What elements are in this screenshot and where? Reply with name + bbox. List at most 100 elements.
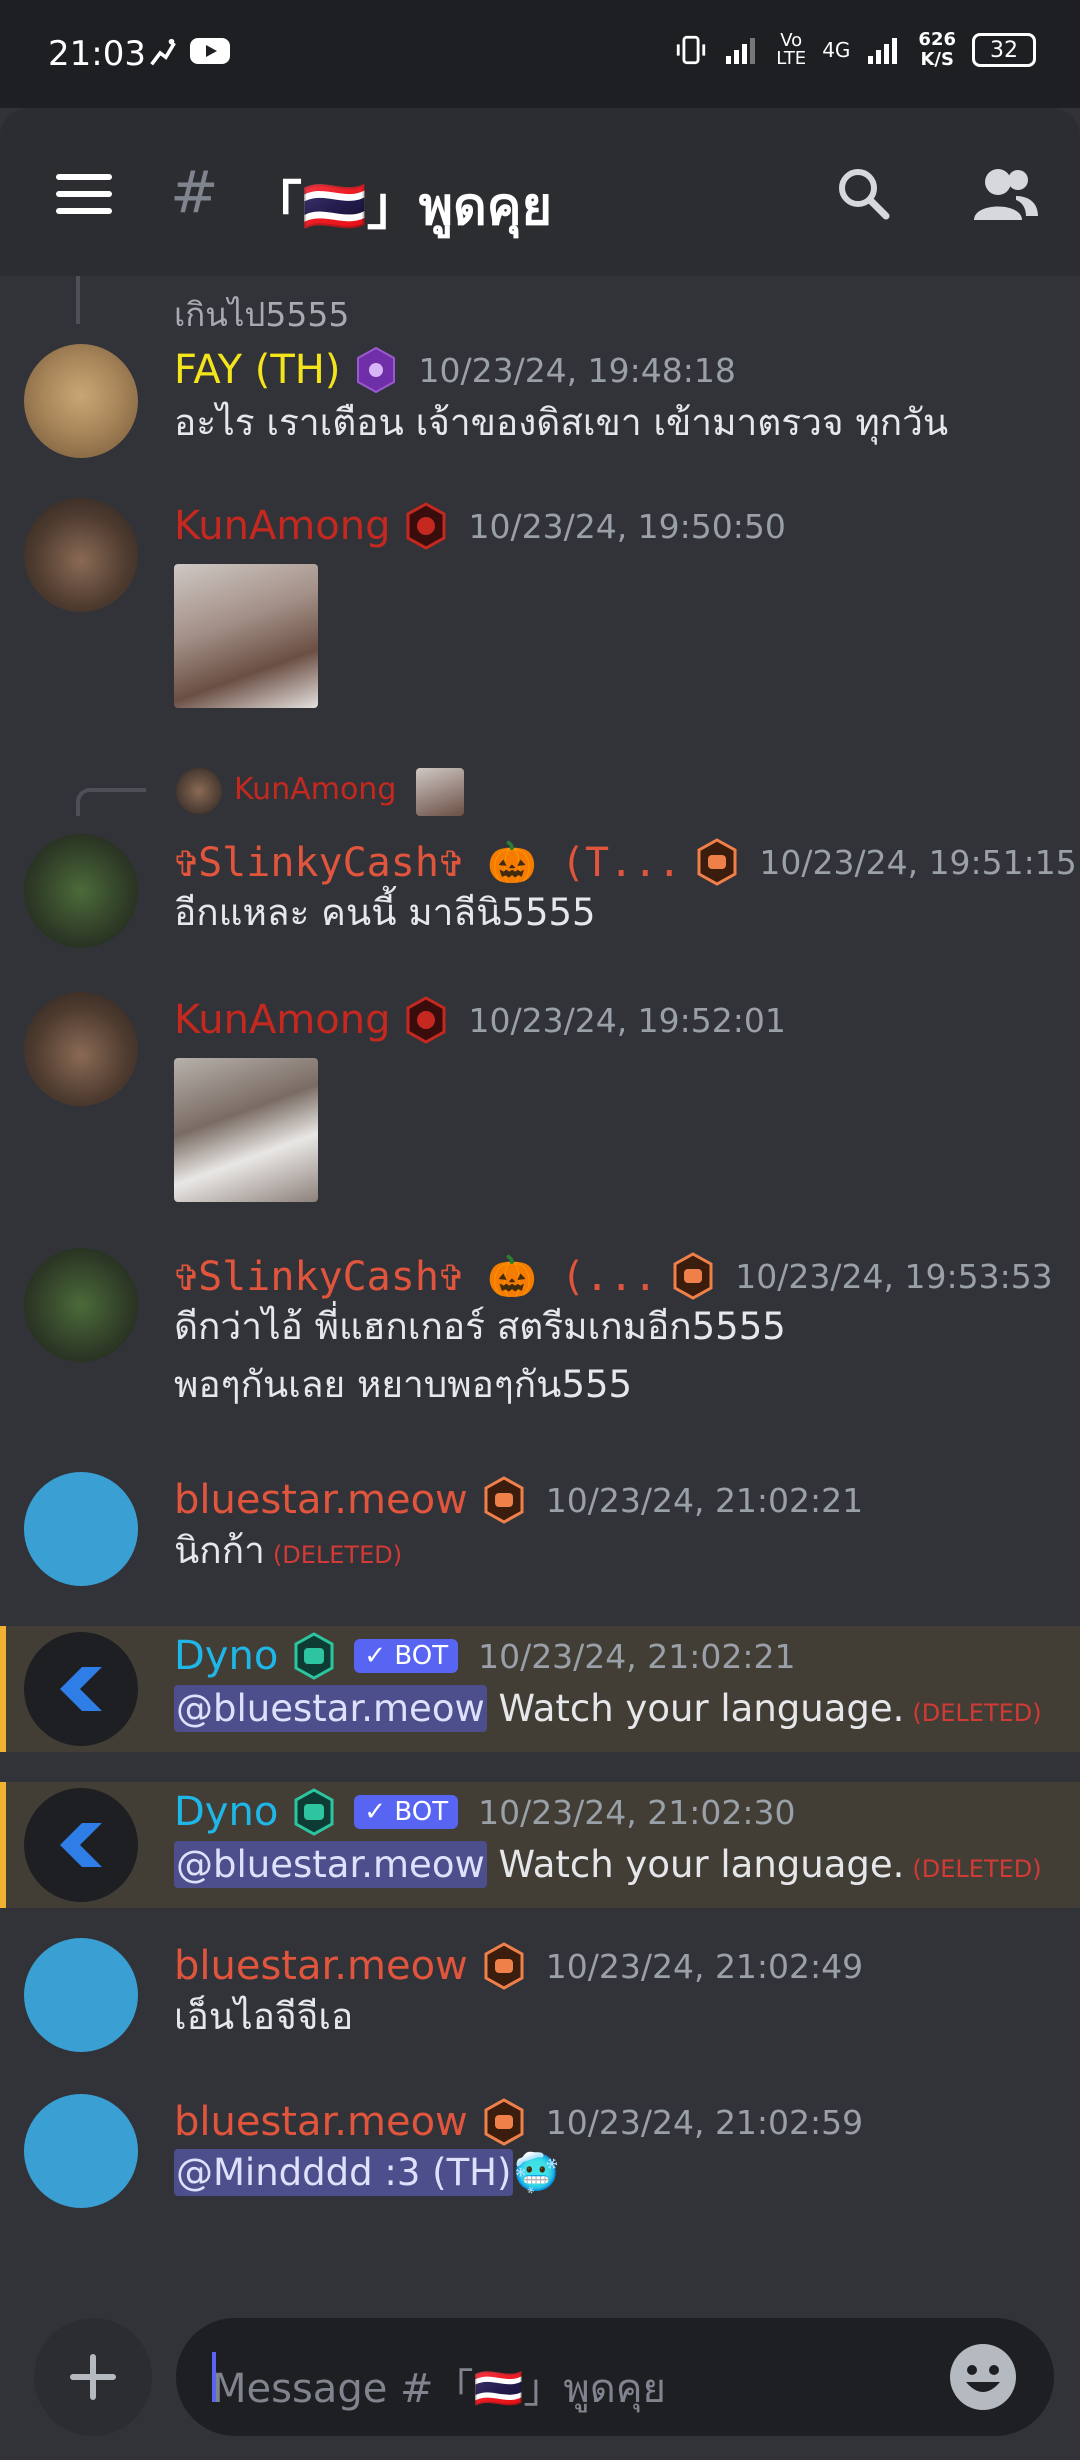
emoji-picker-button[interactable] <box>950 2344 1016 2410</box>
bot-tag: ✓ BOT <box>354 1795 459 1829</box>
timestamp: 10/23/24, 19:50:50 <box>468 506 786 546</box>
avatar[interactable] <box>24 1472 138 1586</box>
role-badge-icon <box>406 996 446 1044</box>
activity-icon <box>150 38 176 66</box>
message-content: @bluestar.meow Watch your language. (DELE… <box>174 1841 1042 1888</box>
timestamp: 10/23/24, 19:53:53 <box>735 1256 1053 1296</box>
timestamp: 10/23/24, 21:02:59 <box>545 2102 864 2142</box>
deleted-tag: (DELETED) <box>912 1855 1042 1883</box>
message-item[interactable]: FAY (TH) 10/23/24, 19:48:18 อะไร เราเตือ… <box>0 344 1080 484</box>
username[interactable]: Dyno <box>174 1633 278 1679</box>
signal-icon-1 <box>726 38 756 64</box>
hash-icon: # <box>170 158 219 226</box>
role-badge-icon <box>484 1476 524 1524</box>
role-badge-icon <box>673 1252 713 1300</box>
message-item[interactable]: KunAmong 10/23/24, 19:50:50 <box>0 498 1080 768</box>
username[interactable]: Dyno <box>174 1789 278 1835</box>
channel-title: 「🇹🇭」พูดคุย <box>250 177 553 237</box>
role-badge-icon <box>697 838 737 886</box>
status-time: 21:03 <box>48 34 146 74</box>
image-attachment[interactable] <box>174 564 318 708</box>
message-content: นิกก้า (DELETED) <box>174 1529 403 1572</box>
channel-header: # 「🇹🇭」พูดคุย <box>0 108 1080 276</box>
message-item[interactable]: Dyno ✓ BOT 10/23/24, 21:02:30 @bluestar.… <box>0 1788 1080 1908</box>
avatar[interactable] <box>24 1788 138 1902</box>
battery-indicator: 32 <box>972 33 1036 67</box>
timestamp: 10/23/24, 19:51:15 <box>759 842 1077 882</box>
username[interactable]: KunAmong <box>174 503 390 549</box>
net-speed: 626 K/S <box>918 29 956 70</box>
dyno-logo-icon <box>60 1823 102 1867</box>
status-right: Vo LTE 4G 626 K/S 32 <box>674 30 1036 70</box>
message-placeholder: Message #「🇹🇭」พูดคุย <box>212 2366 666 2412</box>
deleted-tag: (DELETED) <box>272 1541 403 1569</box>
message-content: @bluestar.meow Watch your language. (DELE… <box>174 1685 1042 1732</box>
avatar[interactable] <box>24 498 138 612</box>
reply-image-thumbnail <box>416 768 464 816</box>
user-mention[interactable]: @bluestar.meow <box>174 1841 487 1888</box>
message-list[interactable]: เกินไป5555 FAY (TH) 10/23/24, 19:48:18 อ… <box>0 276 1080 2296</box>
message-content: อีกแหละ คนนี้ มาลีนิ5555 <box>174 891 596 934</box>
message-item[interactable]: Dyno ✓ BOT 10/23/24, 21:02:21 @bluestar.… <box>0 1632 1080 1752</box>
add-attachment-button[interactable] <box>34 2318 152 2436</box>
message-item[interactable]: ✞SlinkyCash✞ 🎃 (T... 10/23/24, 19:51:15 … <box>0 834 1080 964</box>
message-item[interactable]: bluestar.meow 10/23/24, 21:02:59 @Minddd… <box>0 2094 1080 2224</box>
username[interactable]: ✞SlinkyCash✞ 🎃 (T... <box>174 839 681 886</box>
avatar[interactable] <box>24 1632 138 1746</box>
avatar[interactable] <box>24 1938 138 2052</box>
members-icon[interactable] <box>970 164 1040 224</box>
username[interactable]: bluestar.meow <box>174 1477 468 1523</box>
reply-username[interactable]: KunAmong <box>234 772 396 807</box>
cold-face-emoji: 🥶 <box>513 2151 560 2194</box>
avatar[interactable] <box>24 344 138 458</box>
timestamp: 10/23/24, 21:02:21 <box>545 1480 864 1520</box>
message-item[interactable]: ✞SlinkyCash✞ 🎃 (... 10/23/24, 19:53:53 ด… <box>0 1248 1080 1428</box>
bot-role-badge-icon <box>294 1632 334 1680</box>
message-item[interactable]: bluestar.meow 10/23/24, 21:02:49 เอ็นไอจ… <box>0 1938 1080 2068</box>
username[interactable]: bluestar.meow <box>174 1943 468 1989</box>
username[interactable]: FAY (TH) <box>174 347 340 393</box>
status-bar: 21:03 Vo LTE 4G 626 K/S 32 <box>0 0 1080 108</box>
vibrate-icon <box>677 35 706 65</box>
youtube-icon <box>190 38 230 64</box>
timestamp: 10/23/24, 21:02:49 <box>545 1946 864 1986</box>
message-content: อะไร เราเตือน เจ้าของดิสเขา เข้ามาตรวจ ท… <box>174 401 949 444</box>
search-icon[interactable] <box>836 166 892 222</box>
message-item[interactable]: KunAmong 10/23/24, 19:52:01 <box>0 992 1080 1262</box>
message-item[interactable]: bluestar.meow 10/23/24, 21:02:21 นิกก้า(… <box>0 1472 1080 1602</box>
reply-avatar <box>176 768 222 814</box>
avatar[interactable] <box>24 1248 138 1362</box>
username[interactable]: bluestar.meow <box>174 2099 468 2145</box>
timestamp: 10/23/24, 21:02:21 <box>478 1636 796 1676</box>
role-badge-icon <box>357 346 396 394</box>
user-mention[interactable]: @Mindddd :3 (TH) <box>174 2149 514 2196</box>
message-content: @Mindddd :3 (TH)🥶 <box>174 2144 560 2202</box>
bot-tag: ✓ BOT <box>354 1639 459 1673</box>
smiley-icon <box>966 2365 1000 2392</box>
thread-line <box>76 276 80 324</box>
dyno-logo-icon <box>60 1667 102 1711</box>
image-attachment[interactable] <box>174 1058 318 1202</box>
role-badge-icon <box>484 2098 524 2146</box>
previous-message-text: เกินไป5555 <box>174 295 350 334</box>
timestamp: 10/23/24, 19:48:18 <box>418 350 736 390</box>
avatar[interactable] <box>24 992 138 1106</box>
plus-icon <box>70 2354 116 2400</box>
timestamp: 10/23/24, 21:02:30 <box>478 1792 796 1832</box>
message-content-line-1: ดีกว่าไอ้ พี่แฮกเกอร์ สตรีมเกมอีก5555 <box>174 1305 786 1348</box>
bot-role-badge-icon <box>294 1788 334 1836</box>
hamburger-menu-icon[interactable] <box>56 174 112 214</box>
network-type: 4G <box>822 38 851 62</box>
volte-label: Vo LTE <box>776 30 807 69</box>
role-badge-icon <box>484 1942 524 1990</box>
timestamp: 10/23/24, 19:52:01 <box>468 1000 786 1040</box>
signal-icon-2 <box>868 38 898 64</box>
username[interactable]: ✞SlinkyCash✞ 🎃 (... <box>174 1253 657 1300</box>
avatar[interactable] <box>24 2094 138 2208</box>
avatar[interactable] <box>24 834 138 948</box>
user-mention[interactable]: @bluestar.meow <box>174 1685 487 1732</box>
username[interactable]: KunAmong <box>174 997 390 1043</box>
message-content-line-2: พอๆกันเลย หยาบพอๆกัน555 <box>174 1363 633 1406</box>
reply-connector <box>76 788 146 816</box>
message-content: เอ็นไอจีจีเอ <box>174 1995 354 2038</box>
